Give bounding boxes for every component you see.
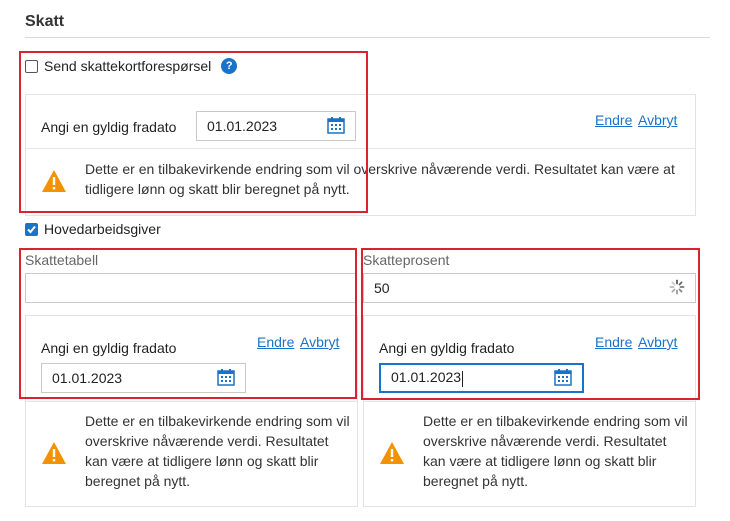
- skattekort-fradato-label: Angi en gyldig fradato: [41, 119, 177, 135]
- skattetabell-input[interactable]: [25, 273, 356, 303]
- skattetabell-label: Skattetabell: [25, 252, 99, 268]
- skattekort-fradato-input[interactable]: 01.01.2023: [196, 111, 356, 141]
- skatteprosent-warning-text: Dette er en tilbakevirkende endring som …: [423, 413, 688, 489]
- calendar-icon[interactable]: [327, 116, 345, 137]
- section-divider: [25, 37, 710, 38]
- skattekort-fradato-panel: Angi en gyldig fradato 01.01.2023 Endre …: [25, 94, 696, 216]
- calendar-icon[interactable]: [217, 368, 235, 389]
- skatteprosent-label: Skatteprosent: [363, 252, 450, 268]
- skatteprosent-fradato-label: Angi en gyldig fradato: [379, 340, 515, 356]
- skattetabell-fradato-label: Angi en gyldig fradato: [41, 340, 177, 356]
- checkmark-icon: [27, 225, 36, 233]
- skattetabell-avbryt-link[interactable]: Avbryt: [300, 334, 339, 350]
- skatteprosent-endre-link[interactable]: Endre: [595, 334, 632, 350]
- skatteprosent-fradato-input[interactable]: 01.01.2023: [379, 363, 584, 393]
- calendar-icon[interactable]: [554, 368, 572, 389]
- hovedarbeidsgiver-checkbox-label: Hovedarbeidsgiver: [44, 221, 161, 237]
- skattekort-warning-text: Dette er en tilbakevirkende endring som …: [85, 161, 675, 197]
- skattetabell-fradato-value: 01.01.2023: [52, 370, 123, 386]
- section-title: Skatt: [25, 13, 65, 30]
- skattetabell-fradato-panel: Endre Avbryt Angi en gyldig fradato 01.0…: [25, 315, 358, 507]
- skattekort-checkbox-row[interactable]: Send skattekortforespørsel ?: [25, 58, 238, 74]
- skattekort-panel-divider: [26, 148, 695, 149]
- skattetabell-panel-divider: [26, 401, 357, 402]
- skatteprosent-value: 50: [374, 280, 390, 296]
- skattetabell-endre-link[interactable]: Endre: [257, 334, 294, 350]
- skatteprosent-panel-divider: [364, 401, 695, 402]
- skatteprosent-avbryt-link[interactable]: Avbryt: [638, 334, 677, 350]
- skattetabell-fradato-input[interactable]: 01.01.2023: [41, 363, 246, 393]
- question-circle-icon[interactable]: ?: [221, 58, 238, 74]
- skattekort-checkbox[interactable]: [25, 59, 38, 73]
- skatteprosent-fradato-panel: Endre Avbryt Angi en gyldig fradato 01.0…: [363, 315, 696, 507]
- warning-triangle-icon: [41, 169, 67, 196]
- hovedarbeidsgiver-checkbox-row[interactable]: Hovedarbeidsgiver: [25, 221, 161, 237]
- skattekort-fradato-value: 01.01.2023: [207, 118, 278, 134]
- skattekort-avbryt-link[interactable]: Avbryt: [638, 112, 677, 128]
- skattekort-checkbox-label: Send skattekortforespørsel: [44, 58, 212, 74]
- skatteprosent-input[interactable]: 50: [363, 273, 696, 303]
- loading-spinner-icon: [669, 279, 685, 298]
- text-caret: [462, 370, 464, 387]
- warning-triangle-icon: [379, 441, 405, 468]
- skatteprosent-fradato-value: 01.01.2023: [391, 369, 462, 386]
- skattetabell-warning-text: Dette er en tilbakevirkende endring som …: [85, 413, 350, 489]
- skattekort-endre-link[interactable]: Endre: [595, 112, 632, 128]
- hovedarbeidsgiver-checkbox[interactable]: [25, 222, 38, 236]
- warning-triangle-icon: [41, 441, 67, 468]
